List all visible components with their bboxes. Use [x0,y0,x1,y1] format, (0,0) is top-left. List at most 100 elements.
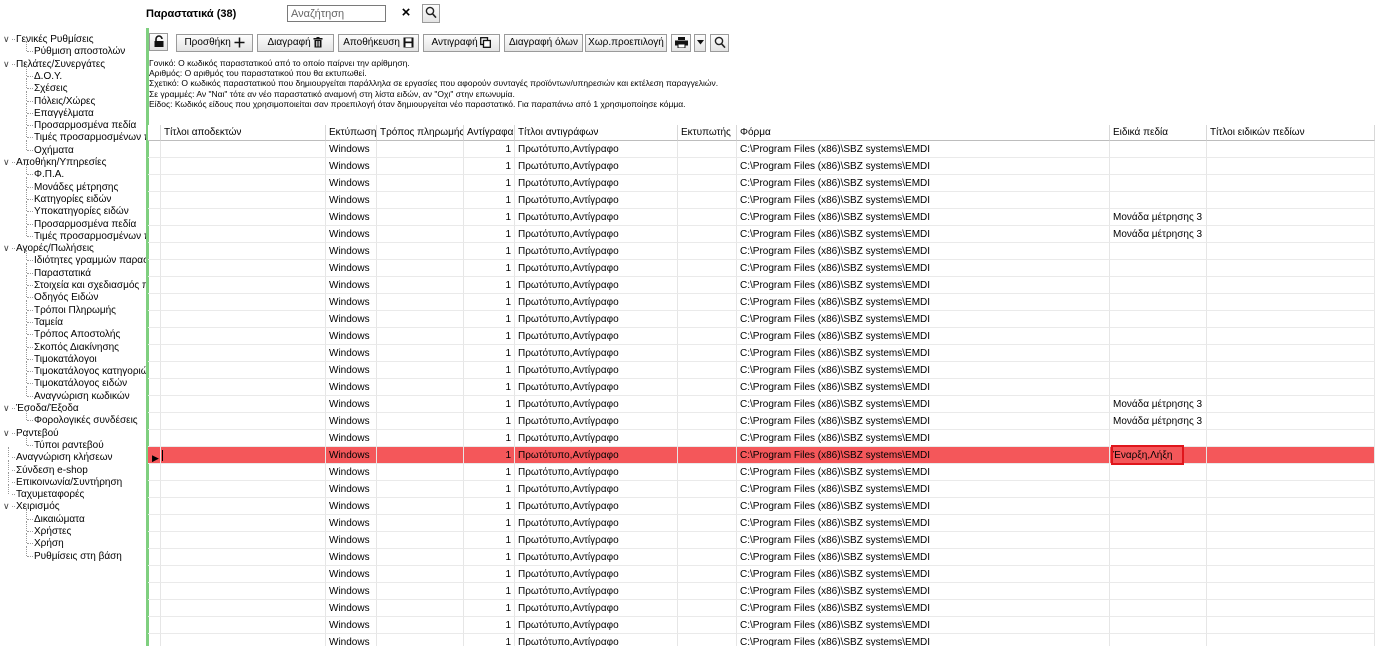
table-cell[interactable] [1110,566,1207,583]
table-cell[interactable]: 1 [464,226,515,243]
table-cell[interactable] [161,379,326,396]
table-cell[interactable]: Πρωτότυπο,Αντίγραφο [515,549,678,566]
table-cell[interactable]: 1 [464,192,515,209]
table-cell[interactable] [377,362,464,379]
search-input[interactable] [287,5,386,22]
table-cell[interactable]: Windows [326,243,377,260]
table-cell[interactable]: Πρωτότυπο,Αντίγραφο [515,481,678,498]
documents-grid[interactable]: Τίτλοι αποδεκτών Εκτύπωση Τρόπος πληρωμής Α… [148,125,1375,646]
table-cell[interactable] [678,566,737,583]
table-cell[interactable] [1110,277,1207,294]
table-row[interactable]: Windows 1 Πρωτότυπο,Αντίγραφο C:\Program Fi… [148,515,1375,532]
table-cell[interactable]: Πρωτότυπο,Αντίγραφο [515,566,678,583]
table-cell[interactable] [377,209,464,226]
table-cell[interactable] [1207,498,1375,515]
table-cell[interactable] [1207,158,1375,175]
column-header[interactable]: Τίτλοι ειδικών πεδίων [1207,125,1375,141]
table-cell[interactable]: C:\Program Files (x86)\SBZ systems\EMDI [737,600,1110,617]
table-cell[interactable] [1207,260,1375,277]
table-cell[interactable]: Windows [326,566,377,583]
table-row[interactable]: Windows 1 Πρωτότυπο,Αντίγραφο C:\Program Fi… [148,634,1375,646]
table-cell[interactable]: Windows [326,260,377,277]
table-cell[interactable] [678,158,737,175]
table-cell[interactable]: Πρωτότυπο,Αντίγραφο [515,345,678,362]
table-cell[interactable] [678,192,737,209]
table-cell[interactable] [1110,328,1207,345]
table-cell[interactable] [161,396,326,413]
table-cell[interactable] [161,294,326,311]
sidebar-subitem[interactable]: Χρήση [0,533,146,550]
table-cell[interactable]: C:\Program Files (x86)\SBZ systems\EMDI [737,481,1110,498]
table-cell[interactable] [1110,311,1207,328]
table-cell[interactable] [678,311,737,328]
column-header[interactable]: Ειδικά πεδία [1110,125,1207,141]
sidebar-subitem[interactable]: Ρυθμίσεις στη βάση [0,546,146,563]
table-cell[interactable] [1207,328,1375,345]
table-cell[interactable] [377,260,464,277]
table-cell[interactable] [161,447,326,464]
table-cell[interactable]: Πρωτότυπο,Αντίγραφο [515,192,678,209]
table-cell[interactable]: 1 [464,617,515,634]
table-cell[interactable] [1207,175,1375,192]
table-row[interactable]: Windows 1 Πρωτότυπο,Αντίγραφο C:\Program Fi… [148,345,1375,362]
save-button[interactable]: Αποθήκευση [338,34,419,52]
table-cell[interactable]: 1 [464,481,515,498]
table-cell[interactable]: Πρωτότυπο,Αντίγραφο [515,464,678,481]
table-cell[interactable]: Μονάδα μέτρησης 3 [1110,209,1207,226]
table-cell[interactable] [1110,158,1207,175]
table-row[interactable]: Windows 1 Πρωτότυπο,Αντίγραφο C:\Program Fi… [148,413,1375,430]
table-cell[interactable]: Πρωτότυπο,Αντίγραφο [515,617,678,634]
table-cell[interactable] [1207,634,1375,646]
table-cell[interactable] [1207,311,1375,328]
table-cell[interactable] [678,600,737,617]
table-cell[interactable]: 1 [464,583,515,600]
table-cell[interactable] [1207,379,1375,396]
table-cell[interactable] [1110,617,1207,634]
table-cell[interactable]: C:\Program Files (x86)\SBZ systems\EMDI [737,430,1110,447]
table-cell[interactable]: C:\Program Files (x86)\SBZ systems\EMDI [737,566,1110,583]
table-cell[interactable]: Windows [326,294,377,311]
table-cell[interactable]: Windows [326,481,377,498]
table-cell[interactable]: Windows [326,328,377,345]
table-row[interactable]: Windows 1 Πρωτότυπο,Αντίγραφο C:\Program Fi… [148,141,1375,158]
table-cell[interactable]: Πρωτότυπο,Αντίγραφο [515,447,678,464]
table-cell[interactable]: Windows [326,396,377,413]
table-cell[interactable] [678,362,737,379]
table-cell[interactable] [1207,532,1375,549]
table-cell[interactable]: Πρωτότυπο,Αντίγραφο [515,515,678,532]
table-cell[interactable]: 1 [464,260,515,277]
table-cell[interactable]: C:\Program Files (x86)\SBZ systems\EMDI [737,175,1110,192]
table-cell[interactable]: Windows [326,141,377,158]
table-cell[interactable] [678,175,737,192]
table-cell[interactable] [161,498,326,515]
table-cell[interactable] [377,549,464,566]
table-cell[interactable]: 1 [464,209,515,226]
table-cell[interactable] [161,515,326,532]
table-cell[interactable]: Μονάδα μέτρησης 3 [1110,226,1207,243]
table-cell[interactable]: Πρωτότυπο,Αντίγραφο [515,379,678,396]
table-cell[interactable] [1110,583,1207,600]
table-cell[interactable] [161,549,326,566]
table-cell[interactable] [1110,243,1207,260]
table-cell[interactable] [1207,481,1375,498]
table-cell[interactable]: C:\Program Files (x86)\SBZ systems\EMDI [737,515,1110,532]
table-cell[interactable]: 1 [464,141,515,158]
table-cell[interactable] [377,158,464,175]
table-cell[interactable] [161,583,326,600]
table-cell[interactable] [377,328,464,345]
column-header[interactable]: Εκτυπωτής [678,125,737,141]
table-cell[interactable] [1207,515,1375,532]
table-cell[interactable]: Windows [326,192,377,209]
table-cell[interactable]: C:\Program Files (x86)\SBZ systems\EMDI [737,311,1110,328]
table-cell[interactable] [377,566,464,583]
table-row[interactable]: Windows 1 Πρωτότυπο,Αντίγραφο C:\Program Fi… [148,498,1375,515]
table-cell[interactable] [161,362,326,379]
table-cell[interactable] [678,634,737,646]
table-cell[interactable] [678,481,737,498]
table-cell[interactable] [678,515,737,532]
table-cell[interactable] [377,192,464,209]
table-cell[interactable] [1110,464,1207,481]
table-cell[interactable] [161,209,326,226]
table-cell[interactable] [377,634,464,646]
table-cell[interactable]: Windows [326,617,377,634]
